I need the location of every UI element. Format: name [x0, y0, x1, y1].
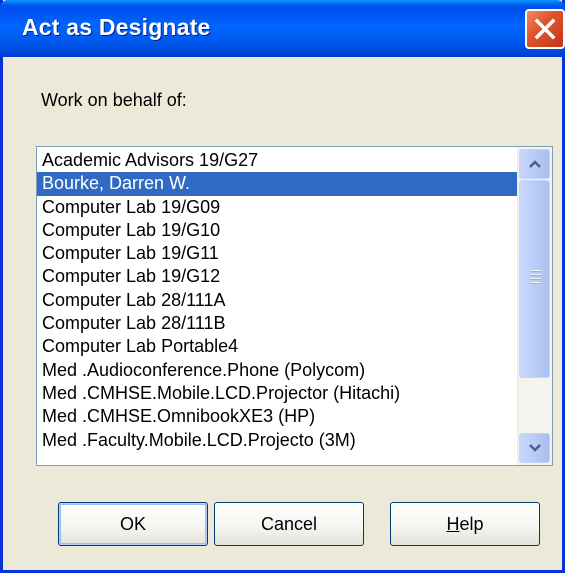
list-item[interactable]: Med .Faculty.Mobile.LCD.Projecto (3M) [37, 429, 518, 452]
dialog-window: Act as Designate Work on behalf of: Acad… [0, 0, 565, 573]
list-item[interactable]: Bourke, Darren W. [37, 172, 518, 196]
scroll-up-button[interactable] [519, 149, 550, 179]
help-mnemonic: H [446, 514, 460, 534]
title-bar[interactable]: Act as Designate [0, 0, 565, 57]
scroll-down-button[interactable] [519, 433, 550, 463]
list-item[interactable]: Med .Audioconference.Phone (Polycom) [37, 359, 518, 382]
list-item[interactable]: Computer Lab Portable4 [37, 335, 518, 358]
list-item[interactable]: Academic Advisors 19/G27 [37, 149, 518, 172]
chevron-up-icon [529, 160, 541, 168]
work-on-behalf-label: Work on behalf of: [41, 90, 187, 110]
scroll-thumb[interactable] [519, 180, 550, 378]
list-item[interactable]: Med .CMHSE.OmnibookXE3 (HP) [37, 405, 518, 428]
close-button[interactable] [525, 9, 565, 49]
list-item[interactable]: Computer Lab 19/G09 [37, 196, 518, 219]
close-x-icon [534, 18, 556, 40]
help-label-rest: elp [459, 514, 484, 534]
help-button[interactable]: Help [390, 502, 540, 546]
chevron-down-icon [529, 444, 541, 452]
list-item[interactable]: Computer Lab 19/G12 [37, 265, 518, 288]
list-item[interactable]: Computer Lab 28/111A [37, 289, 518, 312]
list-item[interactable]: Computer Lab 19/G11 [37, 242, 518, 265]
list-items: Academic Advisors 19/G27 Bourke, Darren W… [37, 149, 518, 452]
list-item[interactable]: Computer Lab 19/G10 [37, 219, 518, 242]
cancel-button[interactable]: Cancel [214, 502, 364, 546]
vertical-scrollbar[interactable] [517, 147, 552, 465]
designate-listbox[interactable]: Academic Advisors 19/G27 Bourke, Darren W… [36, 146, 553, 466]
window-title: Act as Designate [22, 14, 211, 40]
list-item[interactable]: Med .CMHSE.Mobile.LCD.Projector (Hitachi… [37, 382, 518, 405]
list-item[interactable]: Computer Lab 28/111B [37, 312, 518, 335]
ok-button[interactable]: OK [58, 502, 208, 546]
